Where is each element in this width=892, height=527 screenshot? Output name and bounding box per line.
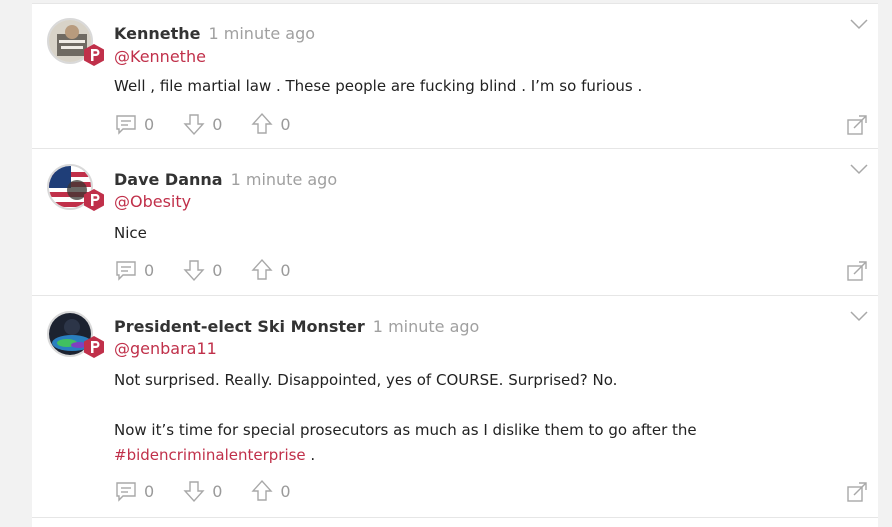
comment-icon [116, 115, 136, 135]
upvote-button[interactable]: 0 [250, 479, 291, 503]
post-actions: 0 0 0 [114, 112, 319, 136]
share-icon[interactable] [846, 260, 868, 282]
comment-button[interactable]: 0 [114, 479, 154, 503]
post-text: Nice [114, 224, 147, 242]
comment-button[interactable]: 0 [114, 112, 154, 136]
author-name[interactable]: President-elect Ski Monster 1 minute ago [114, 317, 479, 336]
timestamp: 1 minute ago [372, 317, 480, 336]
post-text: Now it’s time for special prosecutors as… [114, 421, 697, 439]
comment-icon [116, 261, 136, 281]
author-handle[interactable]: @genbara11 [114, 339, 217, 358]
chevron-down-icon[interactable] [850, 163, 868, 175]
post-text: Not surprised. Really. Disappointed, yes… [114, 371, 618, 389]
share-icon[interactable] [846, 481, 868, 503]
post-body: Not surprised. Really. Disappointed, yes… [114, 368, 834, 468]
post-card [32, 517, 878, 527]
parler-p-icon [84, 336, 104, 358]
post-card: Kennethe 1 minute ago @Kennethe Well , fi… [32, 3, 878, 148]
share-icon[interactable] [846, 114, 868, 136]
post-card: President-elect Ski Monster 1 minute ago … [32, 295, 878, 517]
upvote-arrow-icon [251, 112, 273, 134]
comment-count: 0 [144, 481, 155, 501]
downvote-arrow-icon [183, 481, 205, 503]
downvote-button[interactable]: 0 [182, 258, 222, 282]
downvote-button[interactable]: 0 [182, 112, 222, 136]
post-body: Nice [114, 221, 834, 246]
timestamp: 1 minute ago [208, 24, 316, 43]
upvote-count: 0 [280, 481, 291, 501]
comment-icon [116, 482, 136, 502]
downvote-button[interactable]: 0 [182, 479, 222, 503]
timestamp: 1 minute ago [230, 170, 338, 189]
downvote-arrow-icon [183, 260, 205, 282]
upvote-arrow-icon [251, 479, 273, 501]
post-text: . [305, 446, 316, 464]
downvote-count: 0 [212, 260, 223, 280]
parler-p-icon [84, 189, 104, 211]
chevron-down-icon[interactable] [850, 18, 868, 30]
post-body: Well , file martial law . These people a… [114, 74, 834, 99]
downvote-arrow-icon [183, 114, 205, 136]
post-card: Dave Danna 1 minute ago @Obesity Nice 0 0 [32, 148, 878, 295]
comment-count: 0 [144, 260, 155, 280]
upvote-count: 0 [280, 260, 291, 280]
feed: Kennethe 1 minute ago @Kennethe Well , fi… [32, 0, 878, 527]
post-actions: 0 0 0 [114, 479, 319, 503]
author-handle[interactable]: @Kennethe [114, 47, 206, 66]
author-name[interactable]: Kennethe 1 minute ago [114, 24, 315, 43]
downvote-count: 0 [212, 481, 223, 501]
chevron-down-icon[interactable] [850, 310, 868, 322]
comment-button[interactable]: 0 [114, 258, 154, 282]
upvote-button[interactable]: 0 [250, 112, 291, 136]
upvote-count: 0 [280, 114, 291, 134]
post-actions: 0 0 0 [114, 258, 319, 282]
author-handle[interactable]: @Obesity [114, 192, 191, 211]
post-text-line: #bidencriminalenterprise . [114, 443, 834, 468]
upvote-button[interactable]: 0 [250, 258, 291, 282]
downvote-count: 0 [212, 114, 223, 134]
post-text: Well , file martial law . These people a… [114, 77, 643, 95]
hashtag-link[interactable]: #bidencriminalenterprise [114, 446, 306, 464]
comment-count: 0 [144, 114, 155, 134]
parler-p-icon [84, 44, 104, 66]
author-name[interactable]: Dave Danna 1 minute ago [114, 170, 337, 189]
upvote-arrow-icon [251, 258, 273, 280]
